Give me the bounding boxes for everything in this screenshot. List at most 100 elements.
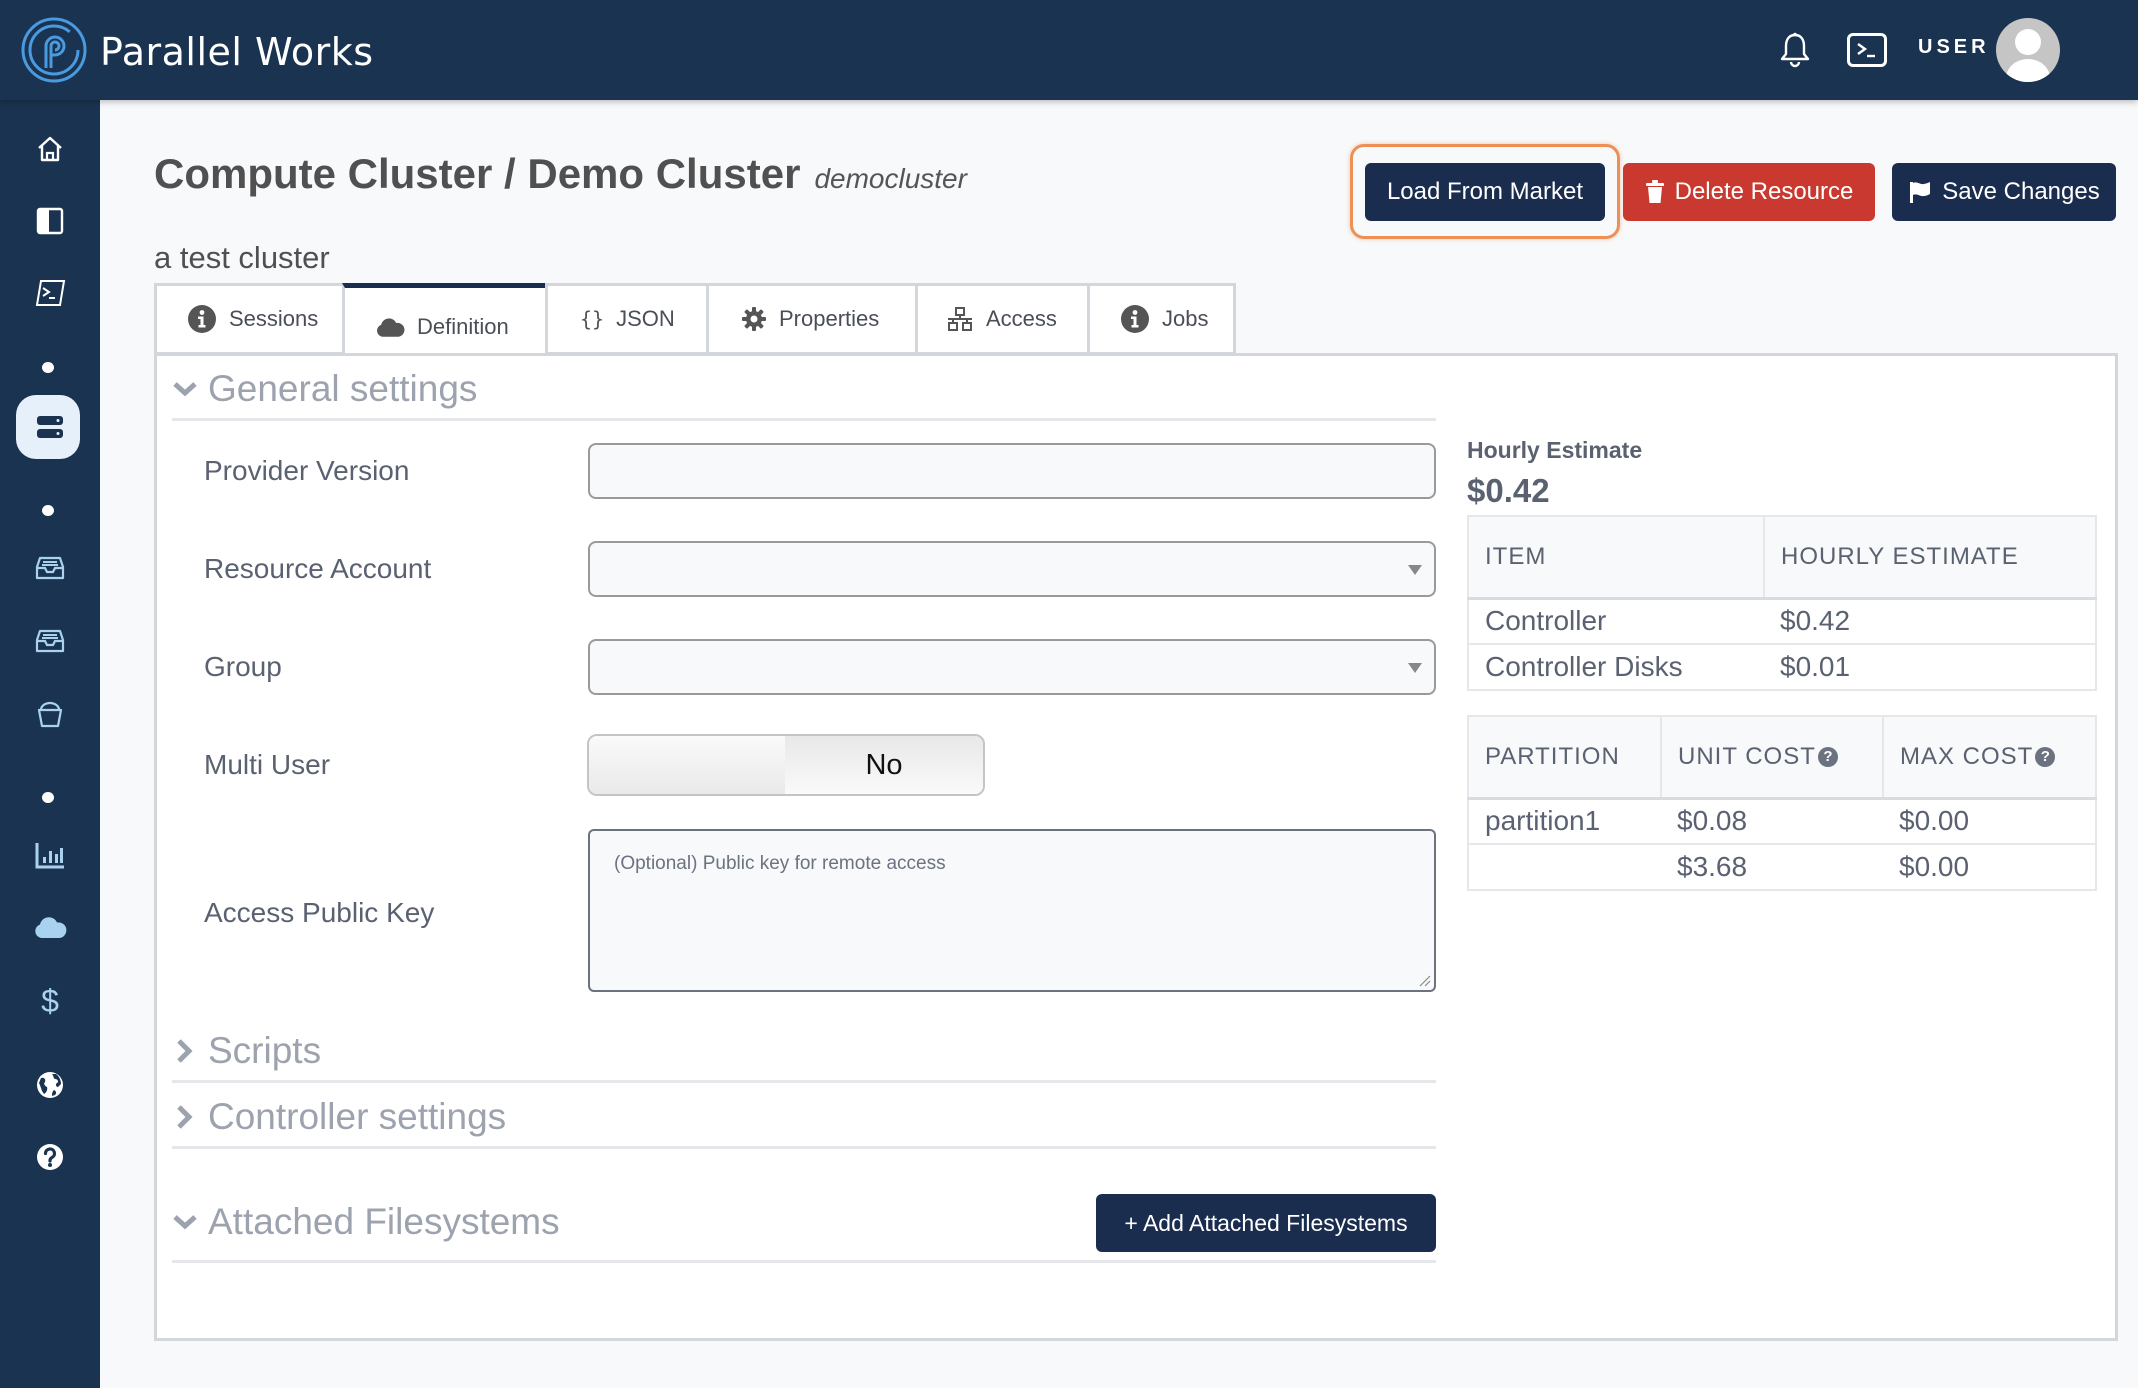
info-icon [188, 305, 216, 333]
terminal-icon [35, 280, 66, 306]
provider-version-input[interactable] [588, 443, 1436, 499]
column-header-item: ITEM [1467, 515, 1765, 600]
max-cost-header-label: MAX COST [1900, 742, 2034, 770]
terminal-button[interactable] [1847, 33, 1887, 67]
divider [172, 1146, 1436, 1149]
section-scripts-title: Scripts [208, 1030, 322, 1071]
sidebar-item-compute[interactable] [0, 400, 100, 454]
item-name: Controller [1468, 597, 1764, 645]
sidebar-item-editor[interactable] [0, 198, 100, 244]
storage-alt-icon [35, 629, 65, 653]
load-from-market-button[interactable]: Load From Market [1365, 163, 1605, 221]
section-scripts[interactable]: Scripts [172, 1030, 321, 1072]
table-row: $3.68 $0.00 [1468, 843, 2096, 891]
tab-definition-label: Definition [417, 313, 509, 339]
table-row: Controller $0.42 [1468, 597, 2096, 645]
sidebar-item-terminal[interactable] [0, 270, 100, 316]
multi-user-label: Multi User [204, 749, 331, 780]
hourly-estimate-label: Hourly Estimate [1467, 437, 1643, 463]
sidebar-item-cloud[interactable] [0, 905, 100, 951]
resize-grip-icon[interactable] [1417, 973, 1431, 987]
table-row: partition1 $0.08 $0.00 [1468, 797, 2096, 845]
sidebar-separator-dot [42, 362, 54, 373]
group-select[interactable] [588, 639, 1436, 695]
hourly-estimate-total: $0.42 [1467, 472, 1550, 509]
notifications-bell-icon[interactable] [1778, 32, 1812, 68]
resource-tabs: Sessions Definition {} JSON Properties A… [154, 283, 1236, 359]
public-key-textarea[interactable]: (Optional) Public key for remote access [588, 829, 1436, 992]
sidebar-item-buckets[interactable] [0, 691, 100, 737]
gear-icon [742, 307, 766, 331]
chevron-right-icon [177, 1105, 193, 1129]
resource-slug: democluster [814, 163, 967, 194]
delete-resource-button[interactable]: Delete Resource [1623, 163, 1875, 221]
user-label[interactable]: USER [1918, 36, 1990, 59]
cloud-icon [35, 917, 67, 938]
resource-account-select[interactable] [588, 541, 1436, 597]
help-icon [37, 1144, 63, 1170]
tab-properties[interactable]: Properties [706, 283, 915, 355]
globe-icon [37, 1072, 63, 1098]
tab-json-label: JSON [616, 306, 675, 331]
sidebar-separator-dot [42, 792, 54, 803]
dropdown-arrow-icon [1408, 663, 1422, 673]
chevron-down-icon [173, 382, 197, 397]
sidebar-item-usage[interactable] [0, 832, 100, 878]
unit-cost-header-label: UNIT COST [1678, 742, 1816, 770]
info-icon [1121, 305, 1149, 333]
help-tooltip-icon[interactable]: ? [2035, 747, 2056, 768]
section-controller-settings-title: Controller settings [208, 1096, 507, 1137]
delete-resource-label: Delete Resource [1674, 178, 1854, 205]
table-header-row: ITEM HOURLY ESTIMATE [1467, 515, 2097, 600]
resource-account-label: Resource Account [204, 553, 432, 584]
braces-icon: {} [580, 307, 605, 331]
multi-user-toggle[interactable]: No [587, 734, 985, 796]
server-icon [37, 416, 63, 438]
tab-jobs[interactable]: Jobs [1087, 283, 1236, 355]
chart-icon [35, 843, 64, 869]
home-icon [38, 136, 62, 162]
section-controller-settings[interactable]: Controller settings [172, 1096, 506, 1138]
column-header-hourly-estimate: HOURLY ESTIMATE [1763, 515, 2097, 600]
item-name: Controller Disks [1468, 643, 1764, 691]
sidebar-item-home[interactable] [0, 126, 100, 172]
help-tooltip-icon[interactable]: ? [1817, 747, 1838, 768]
tab-jobs-label: Jobs [1162, 306, 1209, 331]
tab-sessions[interactable]: Sessions [154, 283, 342, 355]
sidebar-item-storage-alt[interactable] [0, 618, 100, 664]
parallel-works-logo-icon[interactable] [20, 16, 88, 84]
brand-name[interactable]: Parallel Works [100, 30, 374, 74]
save-changes-button[interactable]: Save Changes [1892, 163, 2116, 221]
add-attached-filesystems-label: + Add Attached Filesystems [1124, 1209, 1408, 1236]
section-general-settings-title: General settings [208, 368, 478, 409]
section-attached-filesystems-title: Attached Filesystems [208, 1201, 560, 1242]
user-avatar-icon [2006, 29, 2050, 82]
save-changes-label: Save Changes [1942, 178, 2100, 205]
section-attached-filesystems[interactable]: Attached Filesystems [172, 1201, 560, 1243]
user-avatar[interactable] [1996, 18, 2060, 82]
tab-definition[interactable]: Definition [342, 283, 545, 359]
sidebar-item-cost[interactable]: $ [0, 978, 100, 1024]
sidebar-item-help[interactable] [0, 1134, 100, 1180]
partition-unit-cost: $0.08 [1661, 797, 1883, 845]
resource-description: a test cluster [154, 240, 330, 275]
partition-name [1468, 843, 1661, 891]
add-attached-filesystems-button[interactable]: + Add Attached Filesystems [1096, 1194, 1436, 1252]
network-icon [948, 307, 972, 331]
hourly-estimate-table: ITEM HOURLY ESTIMATE Controller $0.42 Co… [1467, 515, 2097, 691]
public-key-placeholder: (Optional) Public key for remote access [614, 853, 946, 874]
sidebar-item-network[interactable] [0, 1062, 100, 1108]
partition-name: partition1 [1468, 797, 1661, 845]
public-key-label: Access Public Key [204, 897, 435, 928]
trash-icon [1645, 180, 1664, 203]
chevron-right-icon [177, 1039, 193, 1063]
toggle-handle [589, 736, 785, 794]
flag-icon [1910, 182, 1931, 203]
tab-json[interactable]: {} JSON [545, 283, 706, 355]
item-cost: $0.42 [1764, 597, 2096, 645]
sidebar-item-storage[interactable] [0, 545, 100, 591]
page-title: Compute Cluster / Demo Cluster [154, 150, 801, 197]
tab-access[interactable]: Access [915, 283, 1087, 355]
section-general-settings[interactable]: General settings [172, 368, 477, 410]
cloud-icon [377, 317, 405, 337]
